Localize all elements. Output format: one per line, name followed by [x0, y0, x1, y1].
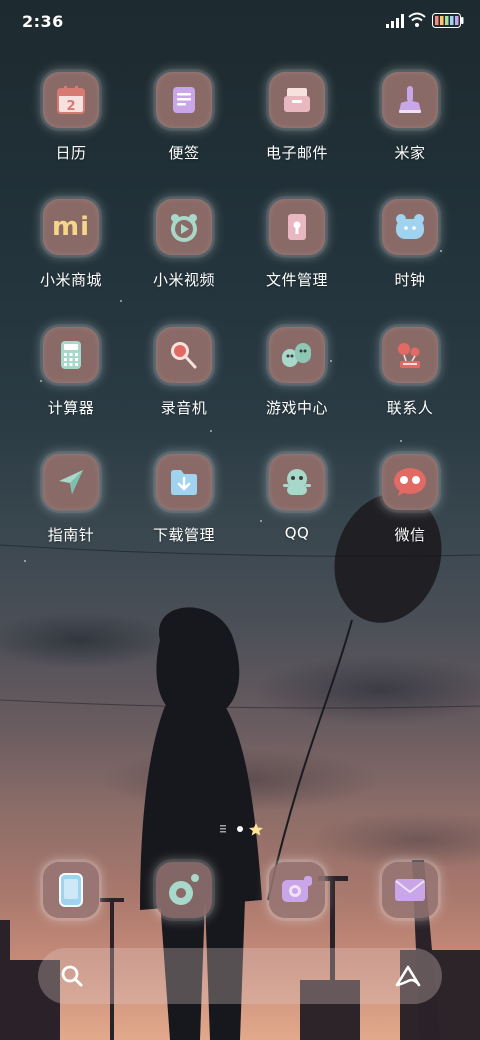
- mijia-icon: [399, 86, 421, 113]
- app-label: QQ: [284, 524, 310, 542]
- app-mijia[interactable]: 米家: [354, 72, 466, 182]
- app-label: 联系人: [386, 399, 434, 417]
- contacts-icon: [398, 343, 420, 368]
- status-time: 2:36: [22, 12, 64, 31]
- app-recorder[interactable]: 录音机: [128, 327, 240, 437]
- notes-icon: [173, 87, 195, 113]
- calendar-icon: 2: [57, 86, 85, 114]
- phone-icon: [59, 873, 83, 907]
- app-clock[interactable]: 时钟: [354, 199, 466, 309]
- file-manager-icon: [288, 214, 306, 240]
- app-label: 指南针: [47, 526, 95, 544]
- app-label: 小米商城: [39, 271, 102, 289]
- app-game-center[interactable]: 游戏中心: [241, 327, 353, 437]
- app-label: 米家: [394, 144, 426, 162]
- dock-music[interactable]: [156, 862, 212, 918]
- camera-icon: [282, 876, 312, 902]
- recorder-icon: [171, 342, 197, 369]
- page-dot-active: [237, 826, 243, 832]
- app-calculator[interactable]: 计算器: [15, 327, 127, 437]
- app-mi-video[interactable]: 小米视频: [128, 199, 240, 309]
- app-label: 文件管理: [265, 271, 328, 289]
- app-label: 时钟: [394, 271, 426, 289]
- calculator-icon: [61, 341, 81, 369]
- wifi-icon: [408, 12, 426, 27]
- app-label: 日历: [55, 144, 87, 162]
- dock-camera[interactable]: [269, 862, 325, 918]
- game-center-icon: [282, 343, 311, 367]
- music-icon: [169, 874, 199, 905]
- app-qq[interactable]: QQ: [241, 454, 353, 564]
- calendar-day: 2: [66, 99, 75, 114]
- qq-icon: [283, 469, 311, 495]
- app-compass[interactable]: 指南针: [15, 454, 127, 564]
- search-bar[interactable]: [38, 948, 442, 1004]
- search-icon[interactable]: [60, 964, 84, 988]
- app-download-manager[interactable]: 下载管理: [128, 454, 240, 564]
- star-icon: [249, 823, 263, 836]
- app-label: 下载管理: [152, 526, 215, 544]
- dock-phone[interactable]: [43, 862, 99, 918]
- menu-lines-icon: [220, 825, 226, 833]
- app-notes[interactable]: 便签: [128, 72, 240, 182]
- app-calendar[interactable]: 2 日历: [15, 72, 127, 182]
- app-label: 微信: [394, 526, 426, 544]
- app-email[interactable]: 电子邮件: [241, 72, 353, 182]
- page-indicator[interactable]: [218, 822, 266, 836]
- app-contacts[interactable]: 联系人: [354, 327, 466, 437]
- compass-icon: [59, 470, 83, 494]
- app-file-manager[interactable]: 文件管理: [241, 199, 353, 309]
- cell-signal-icon: [386, 14, 404, 28]
- app-label: 游戏中心: [265, 399, 328, 417]
- battery-icon: [432, 13, 464, 28]
- app-wechat[interactable]: 微信: [354, 454, 466, 564]
- messages-icon: [395, 879, 425, 901]
- video-icon: [171, 214, 197, 242]
- email-icon: [284, 88, 310, 112]
- app-mi-store[interactable]: mi 小米商城: [15, 199, 127, 309]
- assistant-icon[interactable]: [394, 964, 422, 988]
- app-label: 计算器: [47, 399, 95, 417]
- wechat-icon: [394, 468, 426, 496]
- app-label: 小米视频: [152, 271, 215, 289]
- dock-messages[interactable]: [382, 862, 438, 918]
- download-icon: [171, 470, 197, 495]
- status-bar: 2:36: [0, 0, 480, 44]
- mi-store-icon: mi: [51, 212, 90, 242]
- app-label: 电子邮件: [265, 144, 328, 162]
- app-label: 录音机: [160, 399, 208, 417]
- app-label: 便签: [168, 144, 200, 162]
- clock-icon: [396, 214, 424, 239]
